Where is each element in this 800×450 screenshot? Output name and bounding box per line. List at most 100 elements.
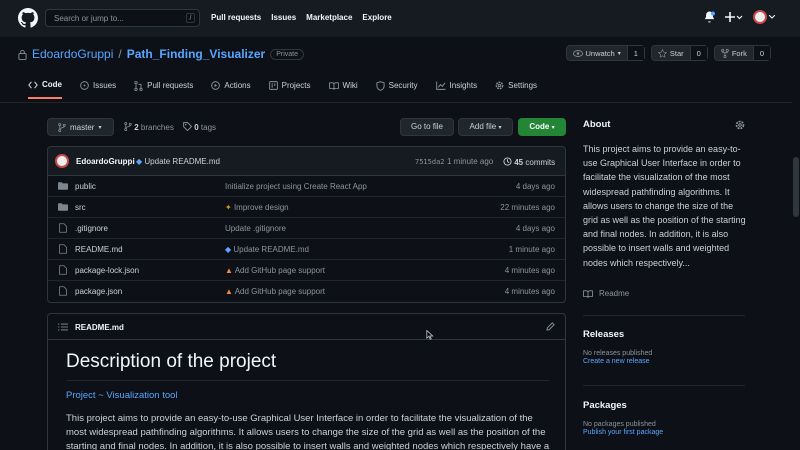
list-icon[interactable] (58, 323, 68, 331)
gear-icon[interactable] (735, 120, 745, 130)
branches-count: 2 (134, 123, 139, 132)
star-button[interactable]: Star 0 (650, 45, 708, 61)
gear-icon (495, 81, 504, 90)
commit-author[interactable]: EdoardoGruppi (76, 157, 135, 166)
latest-commit-message[interactable]: ◆ Update README.md (136, 157, 220, 166)
repo-actions: Unwatch ▾ 1 Star 0 Fork 0 (565, 45, 771, 61)
code-download-button[interactable]: Code ▾ (518, 118, 566, 136)
tab-settings[interactable]: Settings (495, 80, 537, 99)
star-label: Star (669, 48, 684, 58)
tab-label: Issues (93, 81, 117, 90)
chevron-down-icon: ▾ (498, 125, 502, 131)
plus-icon[interactable] (725, 12, 743, 22)
file-name[interactable]: README.md (75, 245, 123, 254)
fork-count[interactable]: 0 (752, 46, 770, 60)
file-name[interactable]: package-lock.json (75, 266, 139, 275)
readme-link[interactable]: Readme (583, 289, 745, 298)
tab-wiki[interactable]: Wiki (328, 80, 358, 99)
tab-issues[interactable]: Issues (80, 80, 116, 99)
tags-label: tags (200, 123, 217, 132)
file-row[interactable]: package-lock.json ▲ Add GitHub page supp… (48, 260, 565, 281)
fork-button[interactable]: Fork 0 (713, 45, 771, 61)
readme-project-links[interactable]: Project ~ Visualization tool (66, 390, 178, 401)
folder-icon (58, 182, 68, 190)
tab-label: Pull requests (147, 81, 194, 90)
unwatch-button[interactable]: Unwatch ▾ 1 (565, 45, 645, 61)
nav-pull-requests[interactable]: Pull requests (211, 13, 261, 22)
tags-link[interactable]: 0 tags (183, 122, 216, 132)
file-name[interactable]: .gitignore (75, 224, 108, 233)
repo-owner-link[interactable]: EdoardoGruppi (32, 47, 113, 61)
file-commit-message[interactable]: ◆ Update README.md (225, 245, 309, 254)
projects-icon (268, 81, 278, 90)
readme-panel: README.md Description of the project Pro… (47, 313, 566, 450)
bell-icon[interactable] (704, 11, 715, 23)
publish-package-link[interactable]: Publish your first package (583, 429, 745, 436)
file-commit-message[interactable]: ✦ Improve design (225, 203, 289, 212)
tab-pull-requests[interactable]: Pull requests (134, 80, 193, 99)
search-input[interactable]: Search or jump to... / (45, 9, 200, 27)
watch-count[interactable]: 1 (626, 46, 644, 60)
github-logo-icon[interactable] (18, 8, 38, 28)
file-name[interactable]: public (75, 182, 96, 191)
nav-issues[interactable]: Issues (271, 13, 296, 22)
branch-select[interactable]: master ▾ (47, 118, 114, 136)
file-commit-message[interactable]: ▲ Add GitHub page support (225, 266, 325, 275)
tab-projects[interactable]: Projects (268, 80, 311, 99)
star-count[interactable]: 0 (689, 46, 707, 60)
nav-explore[interactable]: Explore (362, 13, 391, 22)
packages-section: Packages No packages published Publish y… (583, 400, 745, 436)
file-row[interactable]: src ✦ Improve design 22 minutes ago (48, 197, 565, 218)
create-release-link[interactable]: Create a new release (583, 358, 745, 365)
pull-request-icon (134, 80, 143, 91)
file-age: 4 minutes ago (504, 266, 555, 275)
commit-sha[interactable]: 7515da2 (415, 158, 445, 166)
shield-icon (376, 80, 385, 91)
commit-message-text: Update README.md (144, 157, 220, 166)
file-row[interactable]: public Initialize project using Create R… (48, 176, 565, 197)
add-file-button[interactable]: Add file ▾ (458, 118, 513, 136)
commits-link[interactable]: 45 commits (503, 157, 555, 167)
page-scrollbar[interactable] (792, 37, 800, 450)
chevron-down-icon (769, 15, 775, 19)
code-button-label: Code (529, 122, 550, 131)
sparkle-emoji-icon: ✦ (225, 203, 232, 212)
tab-security[interactable]: Security (376, 80, 418, 99)
branches-label: branches (140, 123, 174, 132)
file-age: 4 days ago (515, 224, 555, 233)
file-commit-message[interactable]: Update .gitignore (225, 224, 286, 233)
branches-link[interactable]: 2 branches (124, 122, 174, 132)
repo-name-link[interactable]: Path_Finding_Visualizer (127, 47, 265, 61)
commit-message-text: Add GitHub page support (234, 287, 325, 296)
pencil-icon[interactable] (546, 322, 555, 331)
file-commit-message[interactable]: ▲ Add GitHub page support (225, 287, 325, 296)
readme-link-label: Readme (599, 289, 630, 298)
packages-title[interactable]: Packages (583, 400, 745, 411)
tab-insights[interactable]: Insights (435, 80, 477, 99)
releases-title[interactable]: Releases (583, 329, 745, 340)
file-commit-message[interactable]: Initialize project using Create React Ap… (225, 182, 367, 191)
go-to-file-button[interactable]: Go to file (400, 118, 454, 136)
avatar[interactable] (55, 154, 69, 168)
nav-marketplace[interactable]: Marketplace (306, 13, 352, 22)
scrollbar-thumb[interactable] (793, 157, 799, 217)
star-icon (657, 48, 667, 58)
tab-actions[interactable]: Actions (211, 80, 251, 99)
fork-label: Fork (731, 48, 747, 58)
search-placeholder: Search or jump to... (54, 14, 124, 23)
global-nav: Pull requests Issues Marketplace Explore (211, 13, 392, 22)
code-icon (28, 80, 38, 89)
file-name[interactable]: src (75, 203, 86, 212)
sidebar-divider (583, 385, 745, 386)
readme-header: README.md (48, 314, 565, 340)
repo-separator: / (118, 47, 122, 61)
tab-code[interactable]: Code (28, 80, 62, 99)
repo-title: EdoardoGruppi / Path_Finding_Visualizer … (18, 47, 305, 61)
fire-emoji-icon: ▲ (225, 266, 233, 275)
about-section: About (583, 119, 745, 130)
file-name[interactable]: package.json (75, 287, 122, 296)
user-menu[interactable] (753, 10, 775, 24)
file-row[interactable]: .gitignore Update .gitignore 4 days ago (48, 218, 565, 239)
file-row[interactable]: package.json ▲ Add GitHub page support 4… (48, 281, 565, 302)
file-row[interactable]: README.md ◆ Update README.md 1 minute ag… (48, 239, 565, 260)
